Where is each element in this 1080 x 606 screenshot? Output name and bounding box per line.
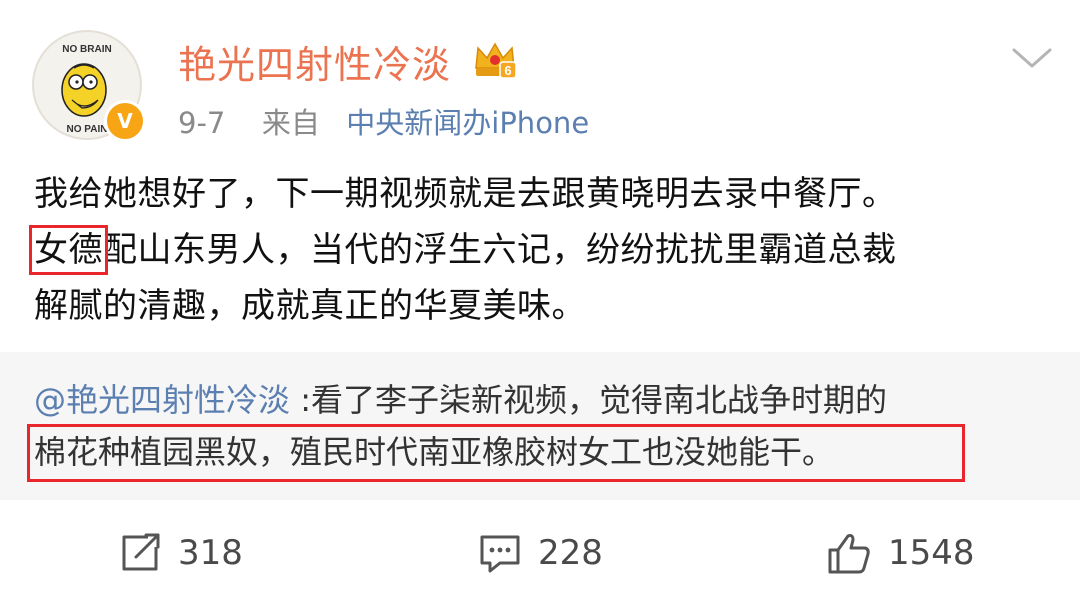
crown-badge-icon[interactable]: 6	[472, 38, 518, 82]
comment-count: 228	[538, 533, 603, 573]
crown-level: 6	[504, 63, 511, 78]
repost-button[interactable]: 318	[118, 530, 243, 576]
from-label: 来自	[261, 106, 320, 140]
repost-quote[interactable]: @艳光四射性冷淡 :看了李子柒新视频，觉得南北战争时期的 棉花种植园黑奴，殖民时…	[0, 352, 1080, 500]
content-line-2-rest: 配山东男人，当代的浮生六记，纷纷扰扰里霸道总裁	[103, 230, 897, 270]
like-count: 1548	[888, 533, 975, 573]
comment-button[interactable]: 228	[478, 530, 603, 576]
avatar-text-top: NO BRAIN	[62, 44, 111, 55]
post-meta: 9-7 来自 中央新闻办iPhone	[178, 100, 589, 142]
action-bar: 318 228 1548	[0, 500, 1080, 606]
username[interactable]: 艳光四射性冷淡	[178, 34, 451, 89]
highlighted-phrase: 女德	[29, 225, 108, 275]
repost-icon	[122, 533, 160, 571]
chevron-down-icon[interactable]	[1010, 44, 1054, 72]
repost-line-1-rest: :看了李子柒新视频，觉得南北战争时期的	[290, 381, 887, 419]
repost-line-1: @艳光四射性冷淡 :看了李子柒新视频，觉得南北战争时期的	[34, 374, 1054, 426]
repost-count: 318	[178, 533, 243, 573]
verified-icon: V	[104, 100, 146, 142]
repost-text: @艳光四射性冷淡 :看了李子柒新视频，觉得南北战争时期的 棉花种植园黑奴，殖民时…	[34, 374, 1054, 478]
content-line-1: 我给她想好了，下一期视频就是去跟黄晓明去录中餐厅。	[34, 174, 897, 214]
content-line-2: 女德配山东男人，当代的浮生六记，纷纷扰扰里霸道总裁	[29, 222, 1054, 278]
repost-line-2: 棉花种植园黑奴，殖民时代南亚橡胶树女工也没她能干。	[34, 433, 835, 471]
comment-icon	[480, 535, 520, 573]
content-line-3: 解腻的清趣，成就真正的华夏美味。	[34, 286, 586, 326]
avatar-text-bottom: NO PAIN	[67, 124, 108, 135]
repost-mention[interactable]: @艳光四射性冷淡	[34, 381, 290, 419]
like-icon	[828, 534, 870, 574]
post-header: NO BRAIN NO PAIN V 艳光四射性冷淡 6 9-7 来自 中央新闻…	[0, 0, 1080, 160]
like-button[interactable]: 1548	[826, 530, 975, 576]
post-date: 9-7	[178, 106, 226, 140]
post-content: 我给她想好了，下一期视频就是去跟黄晓明去录中餐厅。 女德配山东男人，当代的浮生六…	[29, 166, 1054, 334]
post-source[interactable]: 中央新闻办iPhone	[346, 106, 589, 140]
